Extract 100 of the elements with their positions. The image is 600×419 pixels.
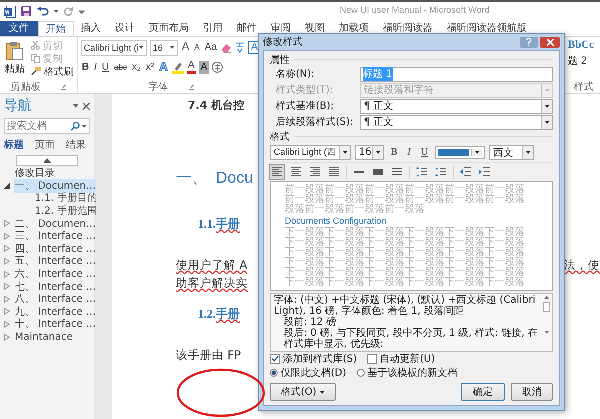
collapsed-triangle-icon[interactable] xyxy=(4,296,10,303)
italic-button[interactable]: I xyxy=(93,61,98,74)
heading-item[interactable]: 九、 Interface … xyxy=(14,304,98,319)
heading-item[interactable]: 六、 Interface … xyxy=(14,267,98,282)
dropdown-field[interactable]: ¶ 正文 xyxy=(360,98,553,114)
heading-item[interactable]: 五、 Interface … xyxy=(14,254,98,268)
space-after-icon[interactable] xyxy=(434,165,448,179)
collapse-all-button[interactable] xyxy=(16,155,78,166)
ribbon-tab[interactable]: 邮件 xyxy=(230,21,264,36)
clipboard-button[interactable]: 格式刷 xyxy=(31,65,74,78)
checkbox[interactable] xyxy=(270,354,280,364)
format-button[interactable]: 格式(O) xyxy=(270,383,336,401)
underline-button[interactable]: U xyxy=(418,147,432,158)
expanded-triangle-icon[interactable] xyxy=(4,182,10,189)
heading-item[interactable]: Maintanace xyxy=(14,332,74,343)
ribbon-tab[interactable]: 开始 xyxy=(38,21,74,36)
align-center-icon[interactable] xyxy=(289,165,303,179)
indent-increase-icon[interactable] xyxy=(478,165,492,179)
close-icon[interactable] xyxy=(83,102,90,110)
change-case-button[interactable]: Aa xyxy=(204,41,218,54)
collapsed-triangle-icon[interactable] xyxy=(4,283,10,290)
scissors-icon xyxy=(31,41,40,50)
italic-button[interactable]: I xyxy=(404,147,414,158)
font-size-field[interactable]: 16 xyxy=(150,40,178,56)
word-icon[interactable] xyxy=(4,6,16,18)
sample-text: 段落前一段落前一段落前一段落 xyxy=(285,205,426,215)
style-name: 题 2 xyxy=(568,55,589,68)
enclose-characters-icon[interactable] xyxy=(212,62,224,73)
pane-tab[interactable]: 标题 xyxy=(4,138,24,152)
heading-item[interactable]: 三、 Interface … xyxy=(14,229,98,244)
character-shading-button[interactable]: A xyxy=(198,61,210,74)
align-right-icon[interactable] xyxy=(308,165,322,179)
bold-button[interactable]: B xyxy=(388,147,401,158)
ribbon-tab[interactable]: 福昕阅读器 xyxy=(376,21,440,36)
pane-tab[interactable]: 页面 xyxy=(35,138,55,152)
ribbon-tab[interactable]: 福昕阅读器领航版 xyxy=(440,21,534,36)
save-icon[interactable] xyxy=(21,6,32,17)
ok-button[interactable]: 确定 xyxy=(461,383,505,401)
heading-item[interactable]: 四、 Interface … xyxy=(14,242,98,256)
eraser-icon[interactable] xyxy=(221,42,232,53)
collapsed-triangle-icon[interactable] xyxy=(4,258,10,265)
ribbon-tab[interactable]: 文件 xyxy=(0,21,38,36)
phonetic-guide-icon[interactable] xyxy=(235,42,246,53)
cancel-button[interactable]: 取消 xyxy=(511,383,553,401)
subscript-button[interactable]: x₂ xyxy=(131,61,142,74)
highlighter-icon[interactable] xyxy=(172,62,184,74)
justify-icon[interactable] xyxy=(327,165,341,179)
ribbon-tab[interactable]: 引用 xyxy=(196,21,230,36)
ribbon-tab[interactable]: 视图 xyxy=(298,21,332,36)
heading-item[interactable]: 七、 Interface … xyxy=(14,280,98,294)
launcher-icon[interactable] xyxy=(188,84,194,90)
size-dropdown[interactable]: 16 xyxy=(355,145,384,160)
collapsed-triangle-icon[interactable] xyxy=(4,308,10,316)
align-left-icon[interactable] xyxy=(270,165,284,179)
bold-button[interactable]: B xyxy=(81,61,90,74)
heading-item[interactable]: 修改目录 xyxy=(14,166,56,180)
radio-button[interactable] xyxy=(270,369,278,377)
font-name-field[interactable]: Calibri Light (i xyxy=(81,40,147,56)
font-color-dropdown[interactable] xyxy=(435,146,486,159)
search-field[interactable]: 搜索文档 xyxy=(4,118,90,134)
collapsed-triangle-icon[interactable] xyxy=(4,232,10,240)
superscript-button[interactable]: x² xyxy=(145,61,156,74)
collapsed-triangle-icon[interactable] xyxy=(4,220,10,228)
font-dropdown[interactable]: Calibri Light (西 xyxy=(270,145,351,160)
scrollbar-icon[interactable] xyxy=(543,295,551,335)
ribbon-tab[interactable]: 插入 xyxy=(74,21,108,36)
collapsed-triangle-icon[interactable] xyxy=(4,270,10,278)
customize-icon[interactable] xyxy=(79,9,85,14)
heading-item[interactable]: 二、 Documen… xyxy=(14,216,98,231)
underline-button[interactable]: U xyxy=(101,61,110,74)
shrink-font-button[interactable]: A xyxy=(194,41,201,54)
script-dropdown[interactable]: 西文 xyxy=(489,145,534,160)
launcher-icon[interactable] xyxy=(61,84,66,90)
paste-button[interactable]: 粘贴 xyxy=(3,39,27,81)
collapsed-triangle-icon[interactable] xyxy=(4,334,10,341)
dropdown-field[interactable]: ¶ 正文 xyxy=(360,114,553,130)
dropdown-icon[interactable] xyxy=(73,104,79,108)
grow-font-button[interactable]: A xyxy=(181,41,191,54)
heading-item[interactable]: 一、 Documen… xyxy=(14,178,98,193)
close-button[interactable] xyxy=(540,36,560,48)
strikethrough-button[interactable]: abc xyxy=(113,61,128,74)
help-button[interactable] xyxy=(520,36,538,48)
ribbon-tab[interactable]: 加载项 xyxy=(332,21,376,36)
heading-item[interactable]: 十、 Interface … xyxy=(14,317,98,332)
checkbox[interactable] xyxy=(367,354,378,364)
style-preview[interactable]: BbCc xyxy=(568,39,600,51)
ribbon-tab[interactable]: 页面布局 xyxy=(142,21,196,36)
collapsed-triangle-icon[interactable] xyxy=(4,320,10,328)
font-color-button[interactable]: A xyxy=(187,61,196,74)
ribbon-tab[interactable]: 审阅 xyxy=(264,21,298,36)
radio-button[interactable] xyxy=(356,369,365,377)
undo-icon[interactable] xyxy=(37,6,49,16)
search-icon[interactable] xyxy=(71,122,80,130)
heading-item[interactable]: 八、 Interface … xyxy=(14,292,98,306)
space-before-icon[interactable] xyxy=(415,165,429,179)
indent-decrease-icon[interactable] xyxy=(459,165,473,179)
caret-icon xyxy=(474,151,480,154)
pane-tab[interactable]: 结果 xyxy=(66,138,86,152)
ribbon-tab[interactable]: 设计 xyxy=(108,21,142,36)
collapsed-triangle-icon[interactable] xyxy=(4,245,10,252)
